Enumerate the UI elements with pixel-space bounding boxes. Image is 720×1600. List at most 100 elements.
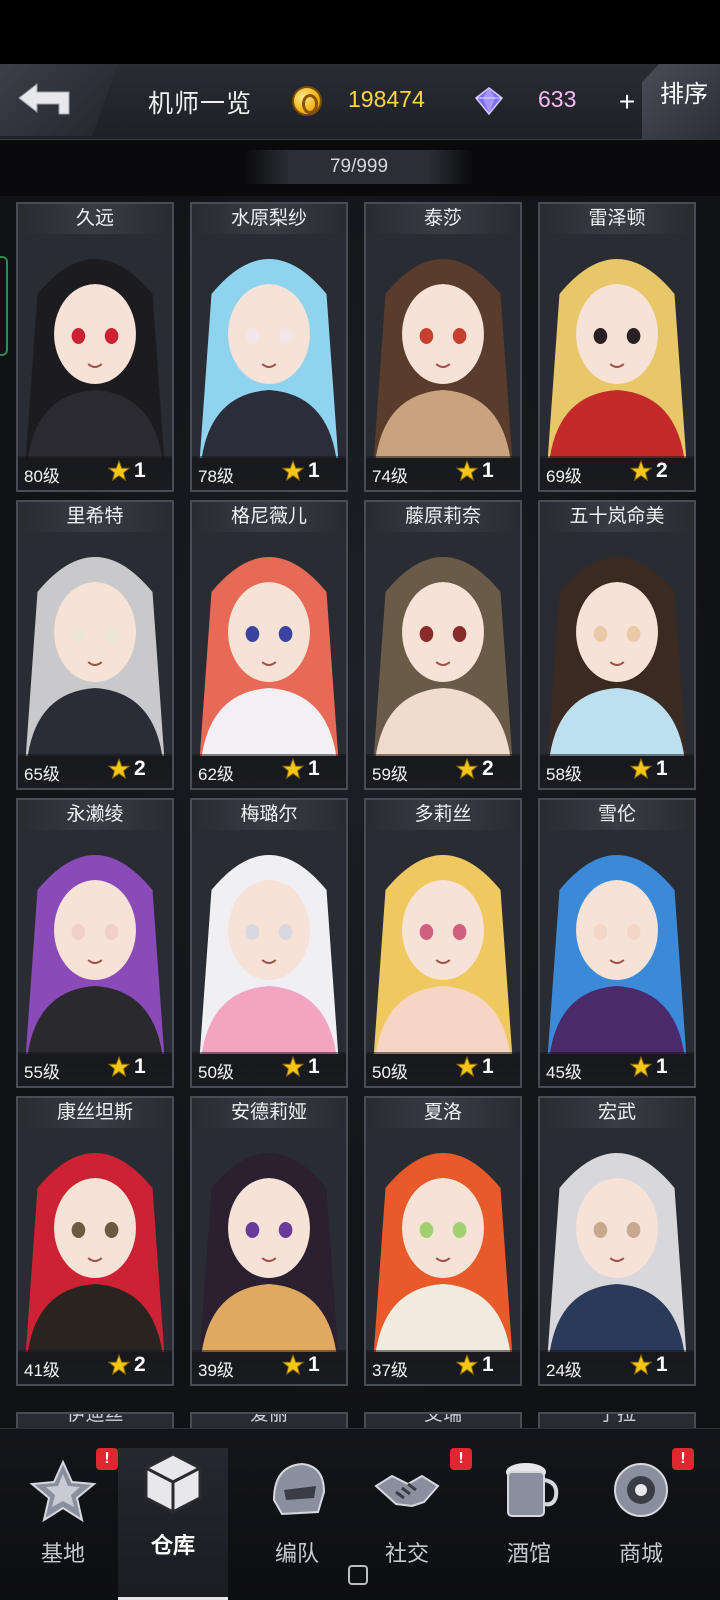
back-button[interactable] <box>0 64 118 136</box>
star-icon <box>282 460 304 482</box>
nav-item-formation-helmet[interactable]: 编队 <box>242 1456 352 1596</box>
star-icon <box>282 758 304 780</box>
pilot-info: 65级 2 <box>18 754 172 788</box>
pilot-name: 里希特 <box>18 502 172 532</box>
pilot-info: 50级 1 <box>366 1052 520 1086</box>
pilot-level: 37级 <box>372 1361 408 1380</box>
pilot-info: 39级 1 <box>192 1350 346 1384</box>
pilot-card[interactable]: 夏洛 37级 1 <box>364 1096 522 1386</box>
social-handshake-icon <box>374 1474 440 1508</box>
pilot-name: 多莉丝 <box>366 800 520 830</box>
add-gems-button[interactable]: + <box>612 88 642 118</box>
pilot-card[interactable]: 水原梨纱 78级 1 <box>190 202 348 492</box>
pilot-card[interactable]: 藤原莉奈 59级 2 <box>364 500 522 790</box>
nav-item-shop-robot[interactable]: 商城 ! <box>586 1448 696 1596</box>
side-drawer-handle[interactable] <box>0 256 8 356</box>
pilot-level: 65级 <box>24 765 60 784</box>
pilot-info: 69级 2 <box>540 456 694 490</box>
pilot-name: 康丝坦斯 <box>18 1098 172 1128</box>
pilot-portrait <box>540 1128 694 1352</box>
pilot-level: 69级 <box>546 467 582 486</box>
pilot-name: 五十岚命美 <box>540 502 694 532</box>
pilot-info: 59级 2 <box>366 754 520 788</box>
system-overview-icon[interactable] <box>348 1565 368 1585</box>
pilot-info: 78级 1 <box>192 456 346 490</box>
pilot-star-count: 2 <box>134 757 146 780</box>
pilot-card[interactable]: 康丝坦斯 41级 2 <box>16 1096 174 1386</box>
pilot-star-count: 1 <box>656 1353 668 1376</box>
pilot-name: 久远 <box>18 204 172 234</box>
pilot-info: 24级 1 <box>540 1350 694 1384</box>
pilot-level: 74级 <box>372 467 408 486</box>
pilot-card[interactable]: 五十岚命美 58级 1 <box>538 500 696 790</box>
pilot-level: 62级 <box>198 765 234 784</box>
nav-label: 商城 <box>618 1541 663 1566</box>
pilot-star-count: 1 <box>308 459 320 482</box>
pilot-card[interactable]: 格尼薇儿 62级 1 <box>190 500 348 790</box>
gem-count: 633 <box>538 86 577 112</box>
shop-robot-icon <box>614 1463 668 1517</box>
pilot-card[interactable]: 久远 80级 1 <box>16 202 174 492</box>
pilot-star-count: 1 <box>308 1353 320 1376</box>
warehouse-cube-icon <box>144 1452 202 1514</box>
pilot-card[interactable]: 泰莎 74级 1 <box>364 202 522 492</box>
star-icon <box>108 1354 130 1376</box>
pilot-portrait <box>192 234 346 458</box>
pilot-info: 41级 2 <box>18 1350 172 1384</box>
pilot-portrait <box>192 532 346 756</box>
pilot-card[interactable]: 多莉丝 50级 1 <box>364 798 522 1088</box>
header: 机师一览 198474 633 + 排序 <box>0 64 720 140</box>
star-icon <box>456 1056 478 1078</box>
pilot-level: 24级 <box>546 1361 582 1380</box>
coin-count: 198474 <box>348 86 425 112</box>
sort-label: 排序 <box>660 80 708 108</box>
pilot-count: 79/999 <box>244 150 474 184</box>
sort-button[interactable]: 排序 <box>642 64 720 140</box>
pilot-star-count: 1 <box>308 757 320 780</box>
notification-badge: ! <box>450 1448 472 1470</box>
pilot-star-count: 2 <box>482 757 494 780</box>
star-icon <box>108 460 130 482</box>
pilot-name: 梅璐尔 <box>192 800 346 830</box>
nav-label: 酒馆 <box>506 1541 551 1566</box>
pilot-star-count: 1 <box>134 1055 146 1078</box>
pilot-star-count: 1 <box>308 1055 320 1078</box>
pilot-card[interactable]: 梅璐尔 50级 1 <box>190 798 348 1088</box>
pilot-portrait <box>18 234 172 458</box>
formation-helmet-icon <box>272 1462 326 1516</box>
pilot-card[interactable]: 宏武 24级 1 <box>538 1096 696 1386</box>
pilot-name: 夏洛 <box>366 1098 520 1128</box>
pilot-level: 78级 <box>198 467 234 486</box>
back-arrow-icon <box>18 82 70 115</box>
pilot-name: 宏武 <box>540 1098 694 1128</box>
nav-item-social-handshake[interactable]: 社交 ! <box>352 1448 472 1596</box>
star-icon <box>282 1056 304 1078</box>
pilot-card[interactable]: 雪伦 45级 1 <box>538 798 696 1088</box>
nav-item-warehouse-cube[interactable]: 仓库 <box>118 1448 228 1600</box>
pilot-card[interactable]: 永濑绫 55级 1 <box>16 798 174 1088</box>
pilot-star-count: 2 <box>134 1353 146 1376</box>
nav-label: 基地 <box>40 1541 85 1566</box>
notification-badge: ! <box>672 1448 694 1470</box>
pilot-info: 50级 1 <box>192 1052 346 1086</box>
coin-icon <box>292 86 322 116</box>
pilot-info: 45级 1 <box>540 1052 694 1086</box>
pilot-level: 59级 <box>372 765 408 784</box>
star-icon <box>108 758 130 780</box>
nav-item-base-star[interactable]: 基地 ! <box>8 1448 118 1596</box>
pilot-star-count: 1 <box>482 1353 494 1376</box>
pilot-portrait <box>366 532 520 756</box>
pilot-star-count: 2 <box>656 459 668 482</box>
star-icon <box>282 1354 304 1376</box>
pilot-level: 58级 <box>546 765 582 784</box>
base-star-icon <box>29 1459 97 1523</box>
star-icon <box>630 460 652 482</box>
pilot-card[interactable]: 雷泽顿 69级 2 <box>538 202 696 492</box>
page-title: 机师一览 <box>148 90 253 118</box>
nav-item-tavern-mug[interactable]: 酒馆 <box>474 1456 584 1596</box>
pilot-star-count: 1 <box>482 1055 494 1078</box>
pilot-portrait <box>366 234 520 458</box>
pilot-card[interactable]: 安德莉娅 39级 1 <box>190 1096 348 1386</box>
star-icon <box>630 758 652 780</box>
pilot-card[interactable]: 里希特 65级 2 <box>16 500 174 790</box>
